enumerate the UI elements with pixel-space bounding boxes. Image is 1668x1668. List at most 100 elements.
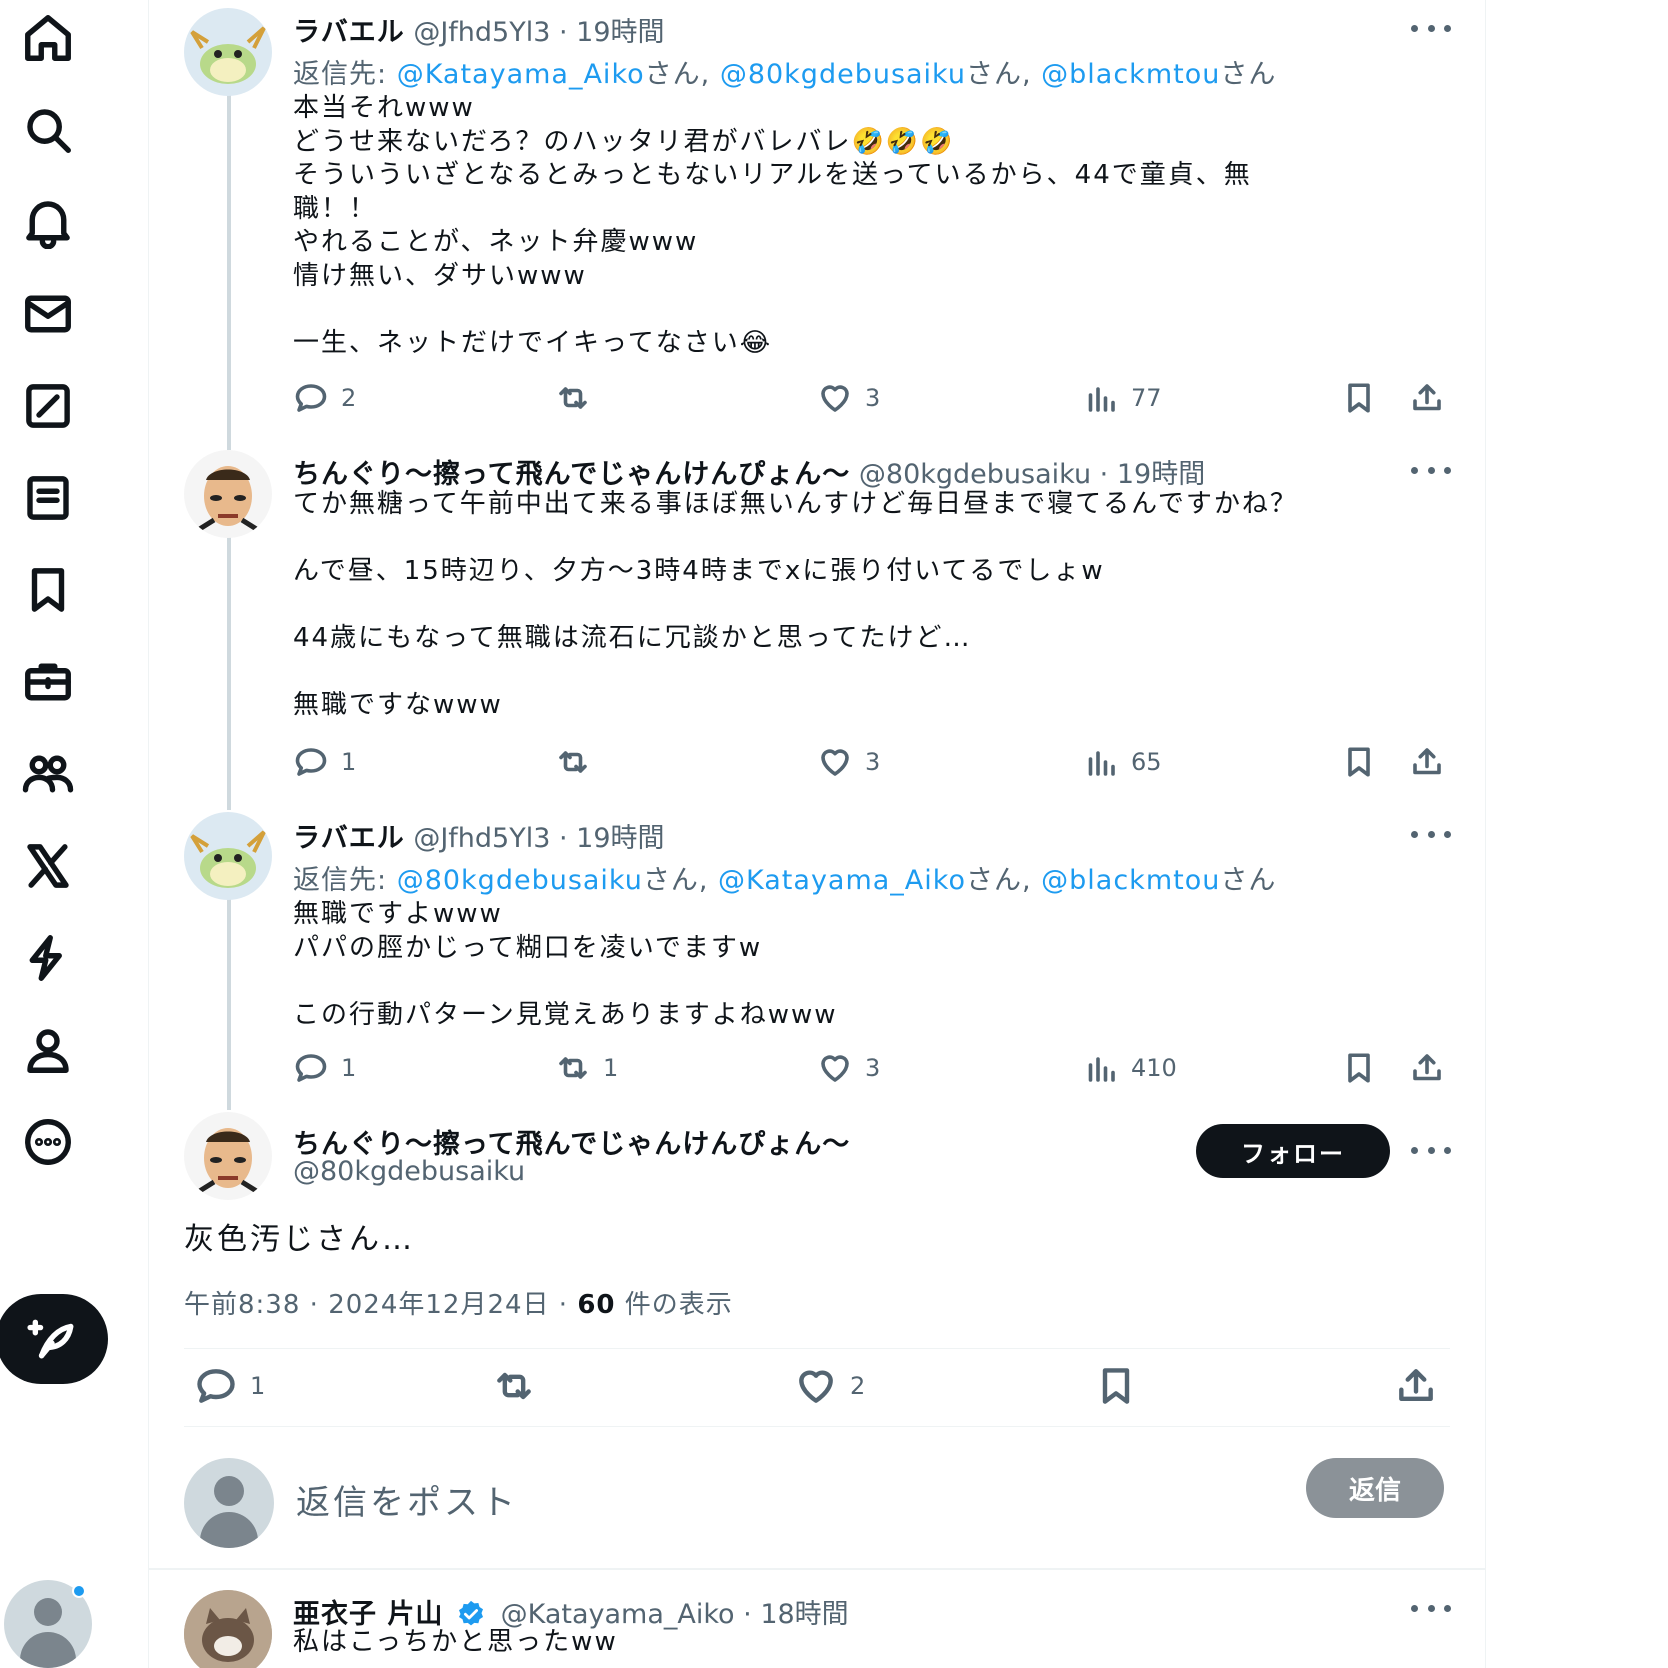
more-icon[interactable] — [18, 1112, 78, 1172]
post-header: ラバエル @Jfhd5Yl3 · 19時間 — [293, 816, 665, 855]
handle[interactable]: @80kgdebusaiku — [293, 1156, 525, 1187]
home-icon[interactable] — [18, 8, 78, 68]
view-count: 60 — [577, 1290, 616, 1320]
display-name[interactable]: ラバエル — [293, 17, 405, 48]
reply-button[interactable]: 2 — [293, 378, 356, 418]
repost-button[interactable] — [492, 1366, 536, 1406]
repost-icon — [497, 1372, 531, 1400]
timestamp[interactable]: 19時間 — [576, 823, 664, 854]
like-button[interactable]: 3 — [817, 742, 880, 782]
honorific: さん — [1220, 59, 1277, 90]
avatar[interactable] — [184, 1112, 272, 1200]
mention-link[interactable]: @80kgdebusaiku — [397, 865, 643, 896]
compose-post-button[interactable] — [0, 1294, 108, 1384]
reply-count: 1 — [341, 748, 357, 776]
reply-input[interactable] — [296, 1476, 1196, 1530]
dragon-avatar-image — [190, 830, 266, 888]
feather-plus-icon — [27, 1319, 74, 1359]
repost-button[interactable]: 1 — [555, 1048, 618, 1088]
display-name[interactable]: ラバエル — [293, 823, 405, 854]
like-count: 3 — [865, 1054, 881, 1082]
like-button[interactable]: 2 — [794, 1366, 865, 1406]
mail-icon[interactable] — [18, 284, 78, 344]
reply-icon — [295, 384, 327, 412]
like-button[interactable]: 3 — [817, 378, 880, 418]
views-button[interactable]: 410 — [1083, 1048, 1177, 1088]
views-button[interactable]: 77 — [1083, 378, 1162, 418]
separator: · — [559, 823, 577, 854]
verified-orgs-icon[interactable] — [18, 928, 78, 988]
handle[interactable]: @Jfhd5Yl3 — [413, 17, 550, 48]
bookmark-button[interactable] — [1341, 378, 1377, 418]
repost-button[interactable] — [555, 742, 603, 782]
views-button[interactable]: 65 — [1083, 742, 1162, 782]
x-logo-icon[interactable] — [18, 836, 78, 896]
share-button[interactable] — [1409, 378, 1445, 418]
avatar[interactable] — [184, 8, 272, 96]
heart-icon — [799, 1370, 833, 1403]
heart-icon — [821, 1055, 849, 1082]
more-options-icon[interactable] — [1411, 18, 1451, 38]
repost-button[interactable] — [555, 378, 603, 418]
main-post-text: 灰色汚じさん… — [184, 1222, 415, 1257]
more-options-icon[interactable] — [1411, 1598, 1451, 1618]
bookmark-icon — [1102, 1368, 1130, 1404]
like-count: 2 — [850, 1372, 866, 1400]
post-date[interactable]: 2024年12月24日 — [328, 1290, 549, 1320]
mention-link[interactable]: @Katayama_Aiko — [718, 865, 966, 896]
bookmark-icon[interactable] — [18, 560, 78, 620]
reply-count: 2 — [341, 384, 357, 412]
post-text: てか無糖って午前中出て来る事ほぼ無いんすけど毎日昼まで寝てるんですかね？ んで昼… — [293, 489, 1298, 720]
reply-submit-button[interactable]: 返信 — [1306, 1458, 1444, 1518]
view-count: 410 — [1131, 1054, 1177, 1082]
more-options-icon[interactable] — [1411, 1140, 1451, 1160]
share-icon — [1413, 748, 1441, 775]
lists-icon[interactable] — [18, 468, 78, 528]
post-actions: 1 1 3 410 — [293, 1048, 1453, 1088]
mention-link[interactable]: @Katayama_Aiko — [397, 59, 645, 90]
reply-count: 1 — [250, 1372, 266, 1400]
view-count: 65 — [1131, 748, 1162, 776]
post-actions: 2 3 77 — [293, 378, 1453, 418]
avatar[interactable] — [184, 450, 272, 538]
timestamp[interactable]: 19時間 — [1117, 459, 1205, 490]
bookmark-button[interactable] — [1341, 742, 1377, 782]
view-count: 77 — [1131, 384, 1162, 412]
reply-icon — [295, 1054, 327, 1082]
share-button[interactable] — [1409, 1048, 1445, 1088]
share-button[interactable] — [1409, 742, 1445, 782]
main-post-actions: 1 2 — [184, 1366, 1450, 1410]
profile-icon[interactable] — [18, 1020, 78, 1080]
bell-icon[interactable] — [18, 192, 78, 252]
main-post-handle: @80kgdebusaiku — [293, 1156, 525, 1187]
reply-button[interactable]: 1 — [293, 1048, 356, 1088]
follow-button[interactable]: フォロー — [1196, 1124, 1390, 1178]
grok-icon[interactable] — [18, 376, 78, 436]
reply-button[interactable]: 1 — [293, 742, 356, 782]
like-button[interactable]: 3 — [817, 1048, 880, 1088]
avatar[interactable] — [184, 812, 272, 900]
share-button[interactable] — [1394, 1366, 1438, 1406]
analytics-icon — [1088, 751, 1115, 776]
jobs-icon[interactable] — [18, 652, 78, 712]
handle[interactable]: @80kgdebusaiku — [859, 459, 1091, 490]
timestamp[interactable]: 19時間 — [576, 17, 664, 48]
mention-link[interactable]: @blackmtou — [1041, 865, 1220, 896]
honorific: さん — [644, 59, 701, 90]
bookmark-button[interactable] — [1094, 1366, 1138, 1406]
reply-button[interactable]: 1 — [194, 1366, 265, 1406]
communities-icon[interactable] — [18, 744, 78, 804]
search-icon[interactable] — [18, 100, 78, 160]
handle[interactable]: @Jfhd5Yl3 — [413, 823, 550, 854]
post-time[interactable]: 午前8:38 — [184, 1290, 300, 1320]
bookmark-button[interactable] — [1341, 1048, 1377, 1088]
avatar[interactable] — [184, 1590, 272, 1668]
display-name[interactable]: ちんぐり〜擦って飛んでじゃんけんぴょん〜 — [293, 459, 850, 490]
post-actions: 1 3 65 — [293, 742, 1453, 782]
more-options-icon[interactable] — [1411, 824, 1451, 844]
mention-link[interactable]: @80kgdebusaiku — [720, 59, 966, 90]
share-icon — [1413, 1054, 1441, 1081]
more-options-icon[interactable] — [1411, 460, 1451, 480]
mention-link[interactable]: @blackmtou — [1041, 59, 1220, 90]
bookmark-icon — [1348, 383, 1370, 413]
